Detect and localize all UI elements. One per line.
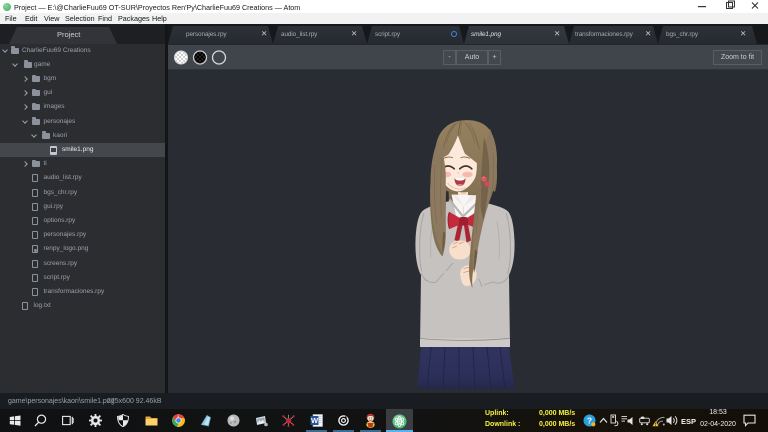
svg-text:W: W — [311, 416, 319, 425]
